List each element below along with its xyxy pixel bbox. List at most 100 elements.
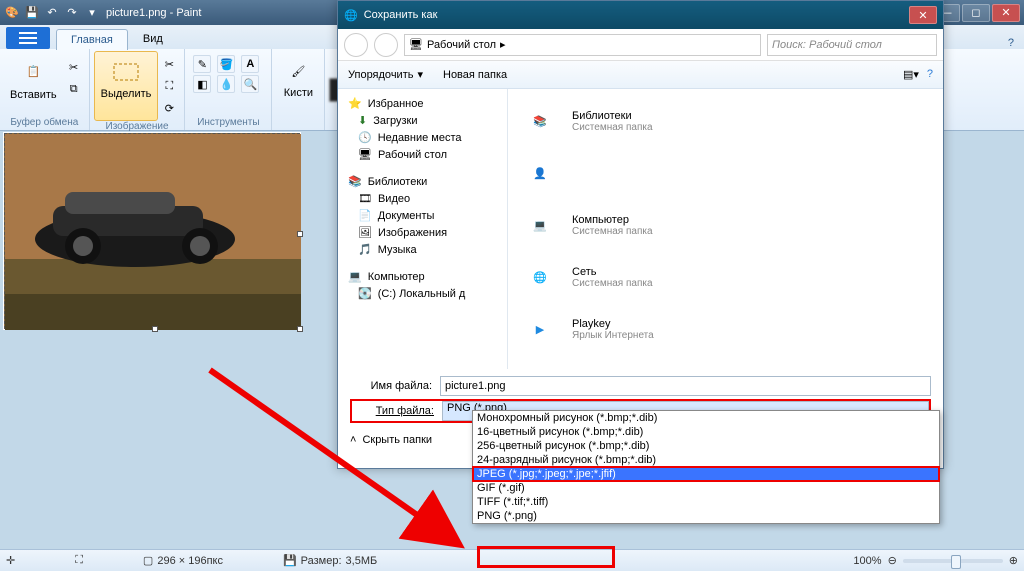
cursor-icon: ✛: [6, 554, 15, 567]
hide-folders-button[interactable]: Скрыть папки: [362, 434, 432, 446]
group-tools-label: Инструменты: [197, 117, 259, 128]
star-icon: ⭐: [348, 97, 362, 110]
dd-option[interactable]: PNG (*.png): [473, 509, 939, 523]
breadcrumb-bar[interactable]: 🖥 Рабочий стол ▸: [404, 34, 761, 56]
canvas-size-icon: ▢: [143, 554, 153, 567]
dialog-toolbar: Упорядочить▾ Новая папка ▤▾ ?: [338, 61, 943, 89]
select-label: Выделить: [101, 88, 152, 100]
item-computer[interactable]: 💻 КомпьютерСистемная папка: [514, 199, 937, 251]
brush-icon: 🖌: [282, 55, 314, 87]
nav-forward-button[interactable]: [374, 33, 398, 57]
filename-label: Имя файла:: [350, 380, 432, 392]
filetype-label: Тип файла:: [352, 405, 434, 417]
dd-option-jpeg[interactable]: JPEG (*.jpg;*.jpeg;*.jpe;*.jfif): [473, 467, 939, 481]
crop-icon[interactable]: ✂: [160, 55, 178, 73]
tab-view[interactable]: Вид: [128, 28, 178, 49]
item-playkey[interactable]: ▶ PlaykeyЯрлык Интернета: [514, 303, 937, 355]
sidebar-recent[interactable]: 🕓Недавние места: [344, 129, 501, 146]
paste-button[interactable]: 📋 Вставить: [4, 51, 63, 105]
group-clipboard-label: Буфер обмена: [10, 117, 78, 128]
tab-home[interactable]: Главная: [56, 29, 128, 50]
fill-icon[interactable]: 🪣: [217, 55, 235, 73]
paint-app-icon: 🎨: [4, 5, 20, 21]
favorites-header[interactable]: ⭐Избранное: [344, 93, 501, 112]
maximize-button[interactable]: ◻: [962, 4, 990, 22]
status-bar: ✛ ⛶ ▢296 × 196пкс 💾Размер: 3,5МБ 100% ⊖ …: [0, 549, 1024, 571]
rotate-icon[interactable]: ⟳: [160, 99, 178, 117]
disk-icon: 💾: [283, 554, 297, 567]
dialog-title: Сохранить как: [364, 9, 438, 21]
view-options-button[interactable]: ▤▾: [903, 68, 919, 81]
zoom-icon[interactable]: 🔍: [241, 75, 259, 93]
brushes-label: Кисти: [284, 87, 313, 99]
save-icon[interactable]: 💾: [24, 5, 40, 21]
search-input[interactable]: Поиск: Рабочий стол: [767, 34, 937, 56]
close-button[interactable]: ✕: [992, 4, 1020, 22]
filetype-dropdown[interactable]: Монохромный рисунок (*.bmp;*.dib) 16-цве…: [472, 410, 940, 524]
selection-icon: [110, 56, 142, 88]
pencil-icon[interactable]: ✎: [193, 55, 211, 73]
file-menu-button[interactable]: [6, 27, 50, 49]
eraser-icon[interactable]: ◧: [193, 75, 211, 93]
shortcut-icon: ▶: [518, 307, 562, 351]
quick-access-toolbar: 🎨 💾 ↶ ↷ ▾: [4, 5, 100, 21]
sidebar-video[interactable]: 🎞Видео: [344, 190, 501, 207]
dialog-close-button[interactable]: ✕: [909, 6, 937, 24]
sidebar-documents[interactable]: 📄Документы: [344, 207, 501, 224]
dd-option[interactable]: Монохромный рисунок (*.bmp;*.dib): [473, 411, 939, 425]
network-icon: 🌐: [518, 255, 562, 299]
resize-icon[interactable]: ⛶: [160, 77, 178, 95]
filename-input[interactable]: [440, 376, 931, 396]
chevron-down-icon: ▾: [417, 68, 423, 81]
nav-back-button[interactable]: [344, 33, 368, 57]
copy-icon[interactable]: ⧉: [65, 80, 83, 98]
qat-dropdown-icon[interactable]: ▾: [84, 5, 100, 21]
help-dialog-icon[interactable]: ?: [927, 68, 933, 81]
sidebar-downloads[interactable]: ⬇Загрузки: [344, 112, 501, 129]
dialog-sidebar: ⭐Избранное ⬇Загрузки 🕓Недавние места 🖥Ра…: [338, 89, 508, 369]
text-icon[interactable]: A: [241, 55, 259, 73]
organize-button[interactable]: Упорядочить▾: [348, 68, 423, 81]
item-libraries[interactable]: 📚 БиблиотекиСистемная папка: [514, 95, 937, 147]
zoom-value: 100%: [853, 555, 881, 567]
picker-icon[interactable]: 💧: [217, 75, 235, 93]
help-icon[interactable]: ?: [1008, 37, 1014, 49]
libraries-icon: 📚: [518, 99, 562, 143]
brushes-button[interactable]: 🖌 Кисти: [276, 51, 320, 103]
redo-icon[interactable]: ↷: [64, 5, 80, 21]
size-label: Размер:: [301, 555, 342, 567]
chevron-right-icon[interactable]: ▸: [500, 38, 506, 51]
zoom-in-button[interactable]: ⊕: [1009, 554, 1018, 567]
item-network[interactable]: 🌐 СетьСистемная папка: [514, 251, 937, 303]
undo-icon[interactable]: ↶: [44, 5, 60, 21]
save-as-dialog: 🌐 Сохранить как ✕ 🖥 Рабочий стол ▸ Поиск…: [337, 0, 944, 469]
select-button[interactable]: Выделить: [94, 51, 159, 121]
chevron-up-icon[interactable]: ˄: [350, 434, 356, 446]
computer-header[interactable]: 💻Компьютер: [344, 266, 501, 285]
computer-icon: 💻: [518, 203, 562, 247]
sidebar-music[interactable]: 🎵Музыка: [344, 241, 501, 258]
zoom-out-button[interactable]: ⊖: [888, 554, 897, 567]
user-icon: 👤: [518, 151, 562, 195]
clipboard-icon: 📋: [17, 55, 49, 87]
dialog-titlebar: 🌐 Сохранить как ✕: [338, 1, 943, 29]
sidebar-desktop[interactable]: 🖥Рабочий стол: [344, 146, 501, 163]
selection-size-icon: ⛶: [75, 554, 83, 567]
new-folder-button[interactable]: Новая папка: [443, 69, 507, 81]
dd-option[interactable]: 16-цветный рисунок (*.bmp;*.dib): [473, 425, 939, 439]
dialog-file-list[interactable]: 📚 БиблиотекиСистемная папка 👤 💻 Компьюте…: [508, 89, 943, 369]
image-canvas[interactable]: [4, 133, 300, 329]
tools-grid: ✎ 🪣 A ◧ 💧 🔍: [189, 51, 267, 97]
zoom-slider[interactable]: [903, 559, 1003, 563]
item-user[interactable]: 👤: [514, 147, 937, 199]
sidebar-cdrive[interactable]: 💽(C:) Локальный д: [344, 285, 501, 302]
dd-option[interactable]: GIF (*.gif): [473, 481, 939, 495]
dd-option[interactable]: 24-разрядный рисунок (*.bmp;*.dib): [473, 453, 939, 467]
libraries-header[interactable]: 📚Библиотеки: [344, 171, 501, 190]
cut-icon[interactable]: ✂: [65, 58, 83, 76]
dd-option[interactable]: TIFF (*.tif;*.tiff): [473, 495, 939, 509]
dialog-nav: 🖥 Рабочий стол ▸ Поиск: Рабочий стол: [338, 29, 943, 61]
paste-label: Вставить: [10, 89, 57, 101]
dd-option[interactable]: 256-цветный рисунок (*.bmp;*.dib): [473, 439, 939, 453]
sidebar-images[interactable]: 🖼Изображения: [344, 224, 501, 241]
